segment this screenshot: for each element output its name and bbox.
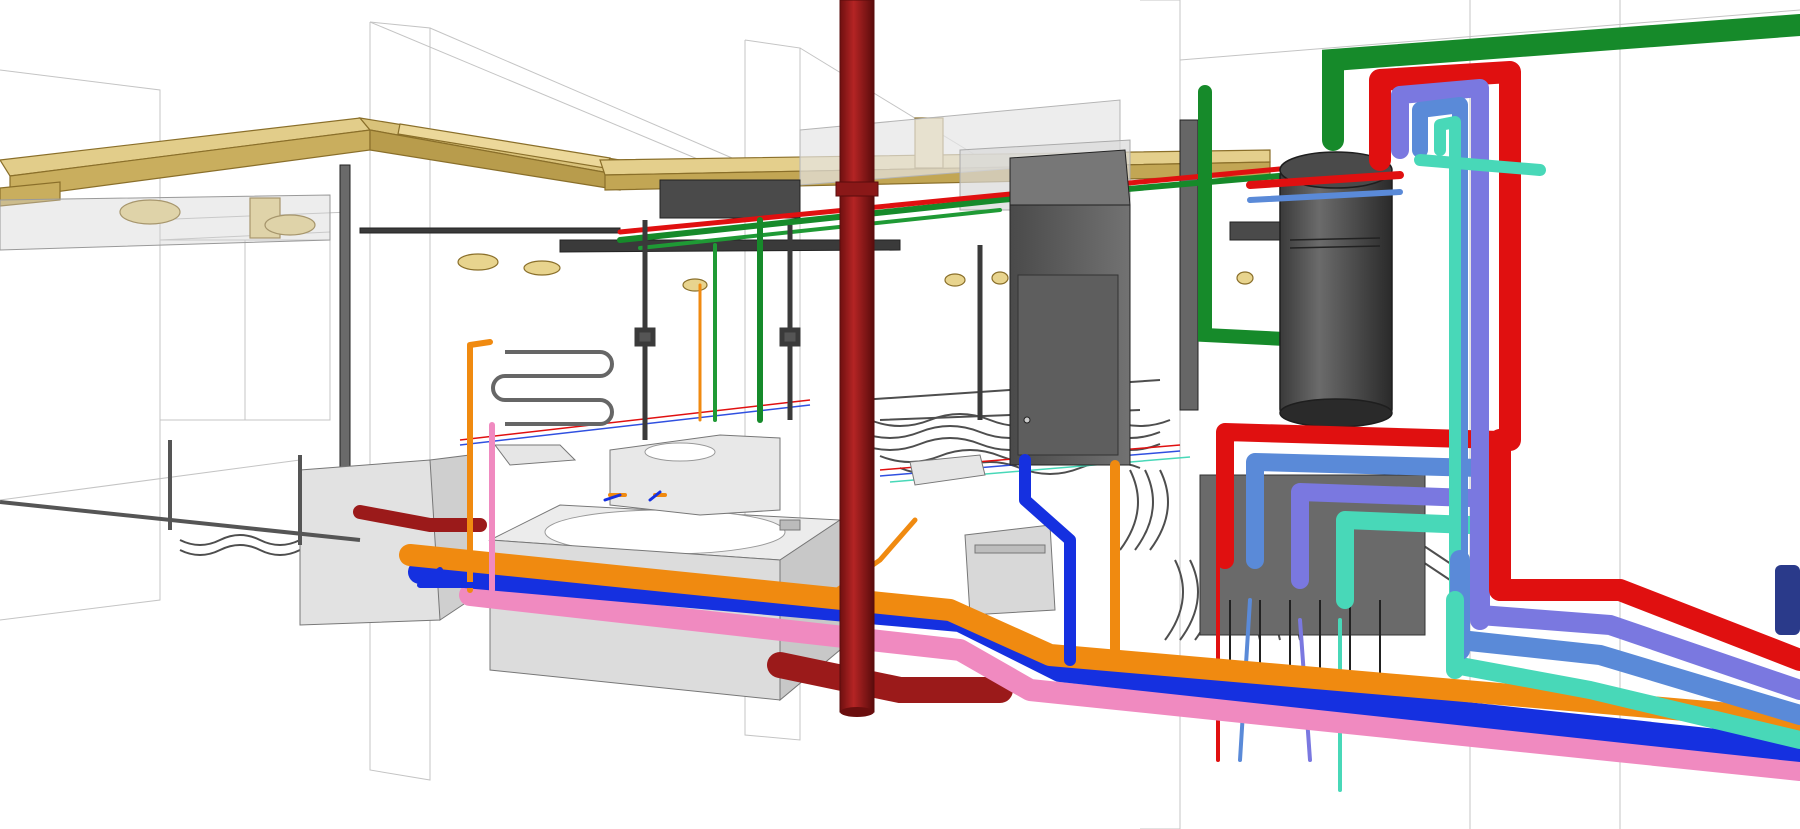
service-risers: [634, 220, 983, 440]
distribution-cabinet: [1009, 149, 1131, 466]
towel-radiator: [491, 350, 614, 426]
mep-model-drawing: [0, 0, 1800, 829]
riser-pipe: [835, 0, 879, 717]
offscreen-pipe-stub: [1775, 565, 1800, 635]
mep-model-viewport[interactable]: [0, 0, 1800, 829]
